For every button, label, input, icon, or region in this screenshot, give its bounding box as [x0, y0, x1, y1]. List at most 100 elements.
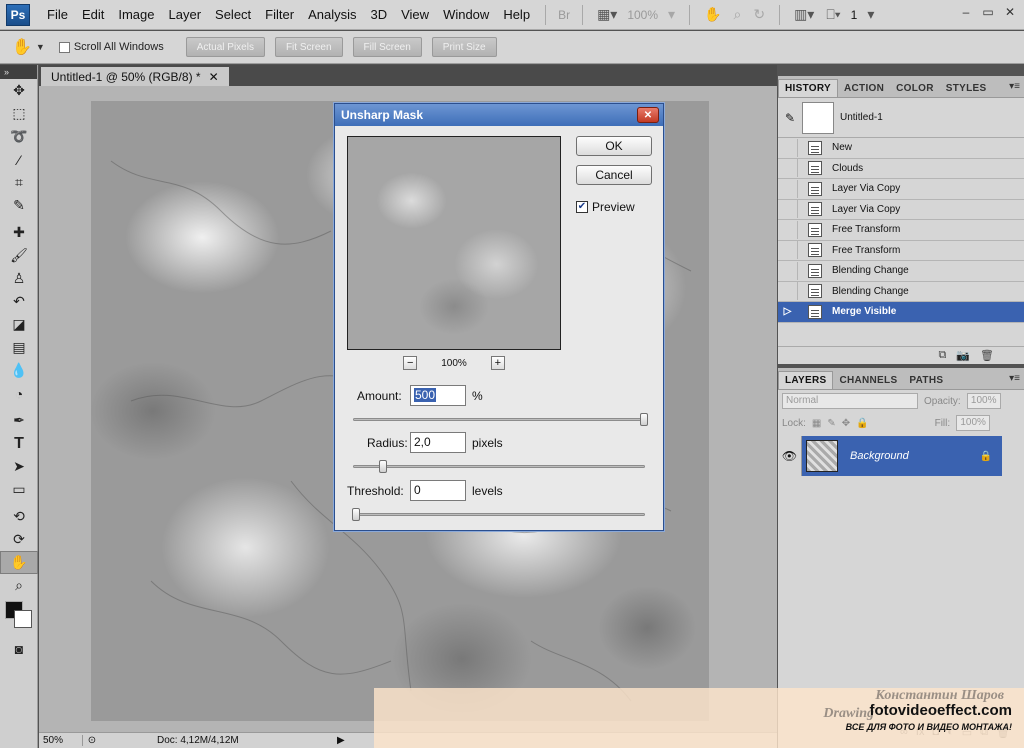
delete-state-icon[interactable]: 🗑: [980, 349, 994, 362]
lasso-tool-icon[interactable]: ➰: [0, 125, 38, 148]
threshold-input[interactable]: 0: [410, 480, 466, 501]
history-source-box[interactable]: [778, 138, 798, 157]
threshold-slider[interactable]: [352, 508, 645, 521]
history-source-box[interactable]: [778, 200, 798, 219]
history-source-box[interactable]: [778, 241, 798, 260]
radius-slider-thumb[interactable]: [379, 460, 387, 473]
history-source-box[interactable]: [778, 282, 798, 301]
radius-input[interactable]: 2,0: [410, 432, 466, 453]
background-color-swatch[interactable]: [14, 610, 32, 628]
close-icon[interactable]: ✕: [1002, 4, 1018, 20]
quick-selection-tool-icon[interactable]: ⁄: [0, 148, 38, 171]
gradient-tool-icon[interactable]: ▤: [0, 336, 38, 359]
amount-slider[interactable]: [353, 413, 648, 426]
lock-image-icon[interactable]: ✎: [827, 418, 835, 429]
marquee-tool-icon[interactable]: ⬚: [0, 102, 38, 125]
actual-pixels-button[interactable]: Actual Pixels: [185, 37, 265, 57]
menu-analysis[interactable]: Analysis: [301, 7, 363, 22]
history-item[interactable]: Blending Change: [778, 261, 1024, 282]
maximize-icon[interactable]: ▭: [980, 4, 996, 20]
3d-orbit-tool-icon[interactable]: ⟳: [0, 528, 38, 551]
chevron-down-icon[interactable]: ▼: [36, 42, 45, 52]
amount-value[interactable]: 500: [414, 388, 437, 402]
dialog-close-icon[interactable]: ✕: [637, 107, 659, 123]
close-tab-icon[interactable]: ✕: [209, 70, 219, 84]
history-item[interactable]: New: [778, 138, 1024, 159]
clone-stamp-tool-icon[interactable]: ♙: [0, 267, 38, 290]
hand-tool-icon[interactable]: ✋: [0, 551, 38, 574]
radius-slider[interactable]: [353, 460, 645, 473]
history-brush-source-icon[interactable]: ✎: [778, 111, 802, 125]
history-item[interactable]: Free Transform: [778, 220, 1024, 241]
checkmark-icon[interactable]: ✔: [576, 201, 588, 213]
type-tool-icon[interactable]: T: [0, 432, 38, 455]
shape-tool-icon[interactable]: ▭: [0, 478, 38, 501]
zoom-level-select[interactable]: 100%: [623, 8, 662, 22]
tab-actions[interactable]: ACTION: [838, 80, 890, 97]
tab-channels[interactable]: CHANNELS: [833, 372, 903, 389]
minimize-icon[interactable]: –: [958, 4, 974, 20]
new-document-from-state-icon[interactable]: ⧉: [938, 349, 946, 362]
status-menu-arrow-icon[interactable]: ▶: [337, 735, 345, 746]
blend-mode-select[interactable]: Normal: [782, 393, 918, 409]
zoom-tool-icon[interactable]: ⌕: [0, 574, 38, 597]
ok-button[interactable]: OK: [576, 136, 652, 156]
status-zoom[interactable]: 50%: [39, 735, 83, 746]
toolbox-header[interactable]: »: [0, 65, 37, 79]
bridge-button[interactable]: Br: [554, 8, 574, 22]
zoom-in-button[interactable]: +: [490, 356, 505, 370]
quick-mask-icon[interactable]: ◙: [0, 637, 38, 660]
history-source-box[interactable]: ▷: [778, 302, 798, 321]
fill-input[interactable]: 100%: [956, 415, 991, 431]
status-info-icon[interactable]: ⊙: [83, 735, 101, 746]
history-source-box[interactable]: [778, 179, 798, 198]
move-tool-icon[interactable]: ✥: [0, 79, 38, 102]
menu-view[interactable]: View: [394, 7, 436, 22]
history-item[interactable]: Blending Change: [778, 282, 1024, 302]
menu-filter[interactable]: Filter: [258, 7, 301, 22]
tab-history[interactable]: HISTORY: [778, 79, 838, 97]
lock-all-icon[interactable]: 🔒: [856, 418, 868, 429]
zoom-icon[interactable]: ⌕: [728, 6, 748, 23]
history-item-selected[interactable]: ▷ Merge Visible: [778, 302, 1024, 323]
menu-layer[interactable]: Layer: [162, 7, 209, 22]
menu-select[interactable]: Select: [208, 7, 258, 22]
history-item[interactable]: Layer Via Copy: [778, 179, 1024, 200]
history-item[interactable]: Layer Via Copy: [778, 200, 1024, 220]
history-source-box[interactable]: [778, 220, 798, 239]
eraser-tool-icon[interactable]: ◪: [0, 313, 38, 336]
rotate-view-icon[interactable]: ↻: [747, 6, 771, 23]
dialog-titlebar[interactable]: Unsharp Mask ✕: [335, 104, 663, 126]
chevron-down-icon[interactable]: ▾: [861, 6, 880, 23]
history-source-box[interactable]: [778, 159, 798, 178]
arrange-documents-icon[interactable]: ▥▾: [788, 6, 820, 23]
scroll-all-windows-checkbox[interactable]: Scroll All Windows: [58, 41, 164, 53]
checkbox-box[interactable]: [58, 41, 70, 53]
menu-help[interactable]: Help: [496, 7, 537, 22]
fill-screen-button[interactable]: Fill Screen: [352, 37, 422, 57]
history-item[interactable]: Free Transform: [778, 241, 1024, 261]
menu-image[interactable]: Image: [111, 7, 161, 22]
workspace-number[interactable]: 1: [847, 8, 862, 22]
amount-input[interactable]: 500: [410, 385, 466, 406]
brush-tool-icon[interactable]: 🖌: [0, 244, 38, 267]
eyedropper-tool-icon[interactable]: ✎: [0, 194, 38, 217]
menu-window[interactable]: Window: [436, 7, 496, 22]
tab-color[interactable]: COLOR: [890, 80, 940, 97]
lock-position-icon[interactable]: ✥: [842, 418, 850, 429]
layer-row-background[interactable]: 👁 Background 🔒: [778, 436, 1002, 476]
print-size-button[interactable]: Print Size: [431, 37, 497, 57]
threshold-slider-thumb[interactable]: [352, 508, 360, 521]
menu-edit[interactable]: Edit: [75, 7, 111, 22]
history-brush-tool-icon[interactable]: ↶: [0, 290, 38, 313]
tab-layers[interactable]: LAYERS: [778, 371, 834, 389]
fit-screen-button[interactable]: Fit Screen: [274, 37, 343, 57]
chevron-down-icon[interactable]: ▾: [662, 6, 681, 23]
menu-3d[interactable]: 3D: [363, 7, 394, 22]
history-source-box[interactable]: [778, 261, 798, 280]
healing-brush-tool-icon[interactable]: ✚: [0, 221, 38, 244]
zoom-out-button[interactable]: −: [403, 356, 418, 370]
hand-icon[interactable]: ✋: [698, 6, 727, 23]
pen-tool-icon[interactable]: ✒: [0, 409, 38, 432]
document-tab[interactable]: Untitled-1 @ 50% (RGB/8) * ✕: [41, 67, 229, 86]
